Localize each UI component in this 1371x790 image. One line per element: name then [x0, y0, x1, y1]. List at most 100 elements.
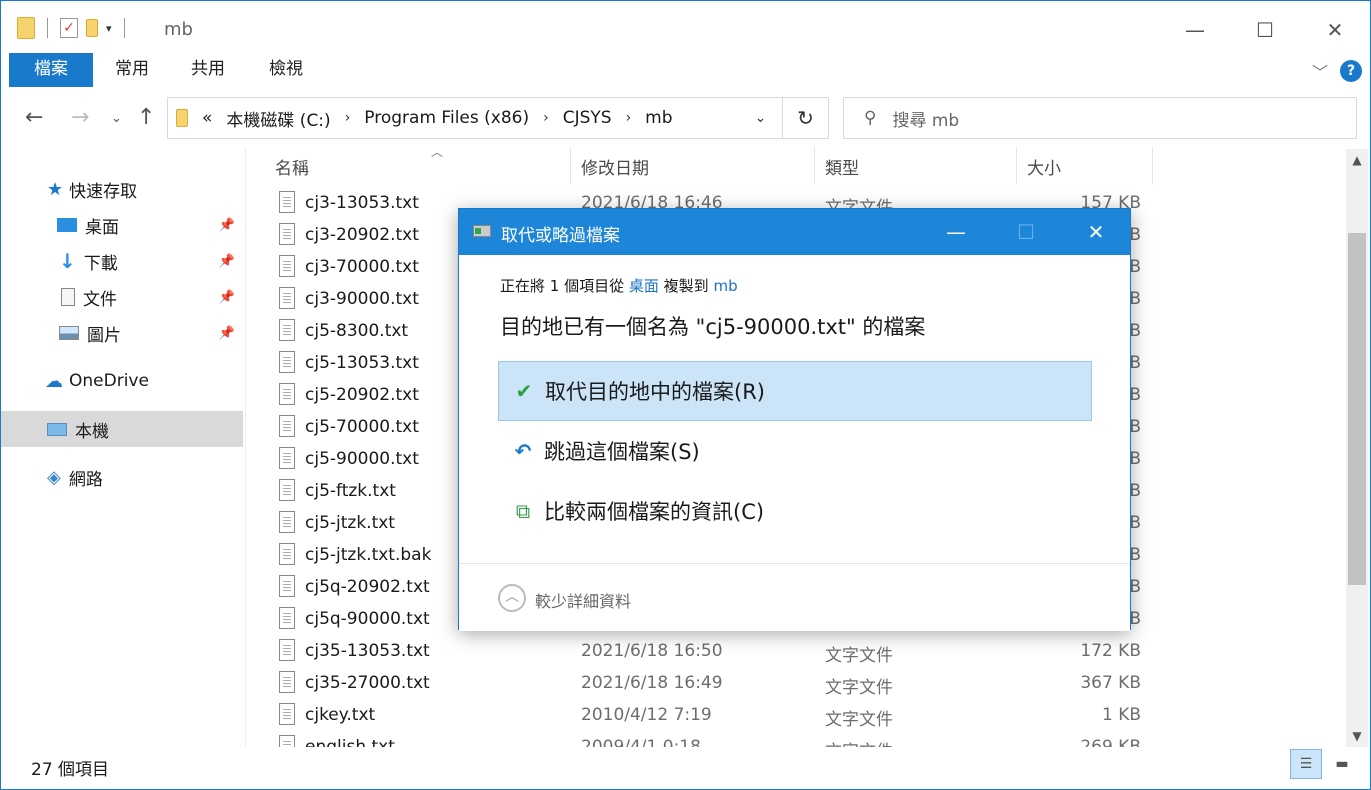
sidebar-item-label: OneDrive	[69, 371, 149, 391]
file-type: 文字文件	[825, 646, 893, 666]
skip-icon: ↶	[514, 439, 532, 463]
sidebar-item-documents[interactable]: 文件 📌	[1, 279, 243, 315]
refresh-icon[interactable]: ↻	[782, 98, 828, 138]
address-dropdown-icon[interactable]: ⌄	[738, 98, 782, 138]
customize-toolbar-icon[interactable]: ▾	[106, 22, 112, 35]
file-size: B	[1129, 289, 1141, 309]
chevron-right-icon[interactable]: ›	[543, 110, 549, 126]
breadcrumb-item[interactable]: Program Files (x86)	[364, 108, 529, 128]
explorer-window: ✓ ▾ mb — ☐ ✕ 檔案 常用 共用 檢視 ﹀ ? ← → ⌄ ↑ « 本…	[0, 0, 1371, 790]
fewer-details-button[interactable]: 較少詳細資料	[535, 588, 631, 612]
address-bar[interactable]: « 本機磁碟 (C:) › Program Files (x86) › CJSY…	[167, 97, 829, 139]
column-header-size[interactable]: 大小	[1017, 147, 1153, 185]
file-size: 367 KB	[1080, 673, 1141, 693]
scroll-thumb[interactable]	[1348, 233, 1366, 585]
documents-icon	[61, 288, 75, 306]
sidebar-item-this-pc[interactable]: 本機	[1, 411, 243, 447]
file-row[interactable]: cjkey.txt 2010/4/12 7:19 文字文件 1 KB	[247, 699, 1341, 731]
cloud-icon: ☁	[45, 370, 63, 392]
text-file-icon	[279, 703, 295, 725]
details-view-icon[interactable]: ☰	[1290, 749, 1322, 779]
file-size: 269 KB	[1080, 737, 1141, 747]
vertical-scrollbar[interactable]: ▲ ▼	[1346, 149, 1368, 747]
conflict-message: 目的地已有一個名為 "cj5-90000.txt" 的檔案	[500, 315, 926, 339]
column-header-label: 修改日期	[581, 158, 649, 179]
dialog-close-button[interactable]: ✕	[1061, 209, 1131, 255]
sidebar-item-quick-access[interactable]: ★ 快速存取	[1, 171, 243, 207]
view-toggle: ☰ ▬	[1290, 749, 1358, 779]
file-size: B	[1129, 257, 1141, 277]
column-header-date[interactable]: 修改日期	[571, 147, 815, 185]
breadcrumb-overflow[interactable]: «	[202, 108, 212, 128]
chevron-down-icon[interactable]: ﹀	[1312, 59, 1328, 83]
search-box[interactable]: ⚲ 搜尋 mb	[843, 97, 1357, 139]
column-header-type[interactable]: 類型	[815, 147, 1017, 185]
file-row[interactable]: cj35-13053.txt 2021/6/18 16:50 文字文件 172 KB	[247, 635, 1341, 667]
back-arrow-icon[interactable]: ←	[25, 105, 43, 130]
source-link[interactable]: 桌面	[629, 277, 659, 295]
column-header-name[interactable]: ︿ 名稱	[265, 147, 571, 185]
file-name: cj5-ftzk.txt	[305, 481, 396, 501]
breadcrumb-item[interactable]: CJSYS	[563, 108, 612, 128]
search-input[interactable]: 搜尋 mb	[892, 106, 959, 131]
text-file-icon	[279, 543, 295, 565]
minimize-button[interactable]: —	[1160, 1, 1230, 59]
sidebar-item-desktop[interactable]: 桌面 📌	[1, 207, 243, 243]
pin-icon[interactable]: 📌	[219, 290, 235, 305]
tab-view[interactable]: 檢視	[255, 53, 317, 87]
maximize-button[interactable]: ☐	[1230, 1, 1300, 59]
network-icon: ◈	[47, 466, 61, 488]
up-arrow-icon[interactable]: ↑	[137, 105, 155, 130]
new-folder-icon[interactable]	[86, 19, 98, 37]
file-size: B	[1129, 449, 1141, 469]
file-row[interactable]: english.txt 2009/4/1 0:18 文字文件 269 KB	[247, 731, 1341, 747]
file-size: B	[1129, 385, 1141, 405]
close-button[interactable]: ✕	[1300, 1, 1370, 59]
chevron-right-icon[interactable]: ›	[626, 110, 632, 126]
file-type: 文字文件	[825, 737, 893, 747]
tab-file[interactable]: 檔案	[9, 53, 93, 87]
sidebar-item-pictures[interactable]: 圖片 📌	[1, 315, 243, 351]
text-file-icon	[279, 255, 295, 277]
text-file-icon	[279, 319, 295, 341]
file-name: cj5-13053.txt	[305, 353, 419, 373]
file-date: 2009/4/1 0:18	[581, 737, 701, 747]
pin-icon[interactable]: 📌	[219, 326, 235, 341]
text-file-icon	[279, 191, 295, 213]
file-size: B	[1129, 545, 1141, 565]
properties-icon[interactable]: ✓	[60, 18, 78, 38]
scroll-down-icon[interactable]: ▼	[1346, 729, 1368, 743]
replace-file-option[interactable]: ✔ 取代目的地中的檔案(R)	[498, 361, 1092, 421]
status-bar: 27 個項目 ☰ ▬	[1, 747, 1370, 783]
pin-icon[interactable]: 📌	[219, 254, 235, 269]
file-name: cj5-70000.txt	[305, 417, 419, 437]
sidebar-item-onedrive[interactable]: ☁ OneDrive	[1, 363, 243, 399]
tab-home[interactable]: 常用	[101, 53, 163, 87]
compare-files-option[interactable]: ⧉ 比較兩個檔案的資訊(C)	[498, 481, 1092, 541]
tab-share[interactable]: 共用	[177, 53, 239, 87]
pin-icon[interactable]: 📌	[219, 218, 235, 233]
destination-link[interactable]: mb	[713, 277, 737, 295]
ribbon: 檔案 常用 共用 檢視 ﹀ ?	[1, 53, 1370, 87]
chevron-right-icon[interactable]: ›	[345, 110, 351, 126]
file-name: cj35-13053.txt	[305, 641, 430, 661]
navigation-bar: ← → ⌄ ↑ « 本機磁碟 (C:) › Program Files (x86…	[1, 93, 1370, 143]
dialog-minimize-button[interactable]: —	[921, 209, 991, 255]
scroll-up-icon[interactable]: ▲	[1346, 153, 1368, 167]
copy-prefix: 正在將 1 個項目從	[500, 277, 625, 295]
help-icon[interactable]: ?	[1340, 60, 1362, 82]
option-label: 比較兩個檔案的資訊(C)	[544, 500, 765, 524]
breadcrumb-item[interactable]: 本機磁碟 (C:)	[226, 106, 330, 131]
sidebar-item-downloads[interactable]: ↓ 下載 📌	[1, 243, 243, 279]
forward-arrow-icon[interactable]: →	[71, 105, 89, 130]
sidebar-item-network[interactable]: ◈ 網路	[1, 459, 243, 495]
large-icons-view-icon[interactable]: ▬	[1326, 749, 1358, 779]
copy-dialog-icon	[473, 225, 491, 237]
breadcrumb-item[interactable]: mb	[645, 108, 672, 128]
sidebar-item-label: 文件	[83, 289, 117, 310]
skip-file-option[interactable]: ↶ 跳過這個檔案(S)	[498, 421, 1092, 481]
check-icon: ✔	[515, 379, 533, 403]
collapse-details-icon[interactable]: ︿	[498, 584, 526, 612]
file-row[interactable]: cj35-27000.txt 2021/6/18 16:49 文字文件 367 KB	[247, 667, 1341, 699]
recent-locations-icon[interactable]: ⌄	[111, 111, 122, 126]
